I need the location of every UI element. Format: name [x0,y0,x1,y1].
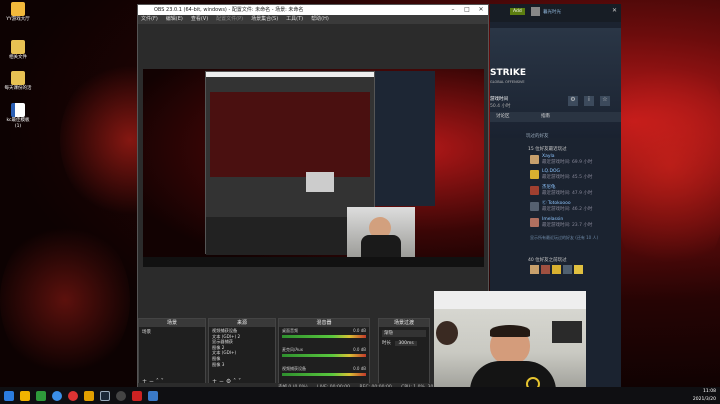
system-tray[interactable]: 11:08 2021/3/20 [693,387,716,404]
avatar[interactable] [530,265,539,274]
avatar [530,218,539,227]
browser-icon[interactable] [52,390,62,401]
avatar [530,170,539,179]
star-icon[interactable]: ☆ [600,96,610,106]
close-icon[interactable]: ✕ [474,5,488,15]
game-logo-sub: GLOBAL OFFENSIVE [490,80,525,84]
avatar [530,202,539,211]
folder-icon [11,71,25,85]
preview-webcam [347,207,415,259]
app-icon[interactable] [68,390,78,401]
minimize-icon[interactable]: – [446,5,460,15]
sources-dock: 来源 视频捕获设备 文本 (GDI+) 2 显示器捕获 图像 2 文本 (GDI… [208,318,276,388]
app-icon[interactable] [132,390,142,401]
tab-discussions[interactable]: 讨论区 [496,114,510,119]
app-icon[interactable] [148,390,158,401]
clock-time: 11:08 [703,389,716,394]
transitions-dock-title: 场景过渡 [379,319,429,327]
avatar [530,186,539,195]
obs-title-text: OBS 23.0.1 (64-bit, windows) - 配置文件: 未命名… [154,7,304,13]
friend-item[interactable]: 杰尼龟 最近游戏时间: 47.9 小时 [530,185,592,197]
menu-profile[interactable]: 配置文件(P) [216,15,243,24]
avatar[interactable] [541,265,550,274]
webcam-ceiling [434,291,586,309]
obs-preview[interactable] [143,69,484,267]
friends-section-title: 玩过的好友 [526,134,549,139]
menu-edit[interactable]: 编辑(E) [166,15,183,24]
folder-icon [11,40,25,54]
avatar[interactable] [563,265,572,274]
word-document-icon [11,103,25,117]
menu-file[interactable]: 文件(F) [141,15,158,24]
wallpaper-swirl [0,220,130,380]
avatar[interactable] [531,7,540,16]
menu-help[interactable]: 帮助(H) [311,15,329,24]
points-button[interactable]: Add [510,8,525,15]
scenes-dock-title: 场景 [139,319,205,327]
windows-start-icon[interactable] [4,390,14,401]
webcam-person-bg [436,321,458,345]
play-time-label: 游戏时间 [490,97,508,102]
more-friends-link[interactable]: 显示所有最近玩过的好友 (还有 10 人) [530,235,598,241]
mixer-channel: 视频捕获设备 0.0 dB [279,365,369,378]
webcam-monitor [552,321,582,343]
gear-icon[interactable]: ⚙ [568,96,578,106]
sources-dock-title: 来源 [209,319,275,327]
menu-view[interactable]: 查看(V) [191,15,208,24]
avatar[interactable] [552,265,561,274]
friend-item[interactable]: Xayla 最近游戏时间: 69.9 小时 [530,154,592,166]
mixer-dock: 混音器 桌面音频 0.0 dB 麦克风/Aux 0.0 dB 视频捕获设备 0.… [278,318,370,388]
desktop-icon-files[interactable]: 相关文件 [4,40,32,61]
steam-username[interactable]: 暮光时光 [543,9,561,15]
game-logo-text: STRIKE [490,68,527,78]
taskbar: 11:08 2021/3/20 [0,387,720,404]
volume-meter[interactable] [282,354,366,357]
mixer-channel: 麦克风/Aux 0.0 dB [279,346,369,359]
mixer-dock-title: 混音器 [279,319,369,327]
tab-guides[interactable]: 指南 [541,114,550,119]
previous-count: 40 位好友之前玩过 [528,258,567,263]
sources-list: 视频捕获设备 文本 (GDI+) 2 显示器捕获 图像 2 文本 (GDI+) … [209,327,275,368]
preview-steam-panel [375,71,435,206]
yy-game-icon [11,2,25,16]
mixer-channel: 桌面音频 0.0 dB [279,327,369,340]
friend-item[interactable]: Ⓒ Totokoooo 最近游戏时间: 46.2 小时 [530,201,592,213]
duration-label: 时长 [382,341,391,346]
obs-titlebar[interactable]: OBS 23.0.1 (64-bit, windows) - 配置文件: 未命名… [138,5,488,15]
app-icon[interactable] [84,390,94,401]
duration-input[interactable]: 300ms [395,341,417,346]
volume-meter[interactable] [282,373,366,376]
maximize-icon[interactable]: □ [460,5,474,15]
friend-item[interactable]: LQ.DOG 最近游戏时间: 45.5 小时 [530,169,592,181]
transitions-dock: 场景过渡 渐隐 时长 300ms [378,318,430,388]
wallpaper-swirl [610,40,720,290]
app-icon[interactable] [36,390,46,401]
play-time-hours: 50.4 小时 [490,104,511,109]
menu-scene-collection[interactable]: 场景集合(S) [251,15,278,24]
scenes-dock: 场景 场景 + − ˄ ˅ [138,318,206,388]
close-icon[interactable]: ✕ [612,7,617,14]
menu-tools[interactable]: 工具(T) [286,15,303,24]
app-icon[interactable] [20,390,30,401]
steam-topbar: Add 暮光时光 ✕ [490,4,621,22]
info-icon[interactable]: i [584,96,594,106]
source-item[interactable]: 图像 3 [212,362,272,368]
friend-item[interactable]: Imelassin 最近游戏时间: 23.7 小时 [530,217,592,229]
transition-select[interactable]: 渐隐 [382,330,426,337]
scene-item[interactable]: 场景 [139,327,205,337]
avatar[interactable] [574,265,583,274]
desktop-icon-template[interactable]: kc最佳模板(1) [4,103,32,130]
desktop-icon-yy[interactable]: YY游戏大厅 [4,2,32,23]
steam-icon[interactable] [100,390,110,401]
clock-date: 2021/3/20 [692,397,716,402]
friend-avatars-row [530,265,590,276]
obs-menubar: 文件(F) 编辑(E) 查看(V) 配置文件(P) 场景集合(S) 工具(T) … [138,15,488,24]
volume-meter[interactable] [282,335,366,338]
avatar [530,155,539,164]
webcam-hair [490,325,530,337]
desktop-icon-daily[interactable]: 每天课份的活 [4,71,32,92]
recent-count: 15 位好友最近玩过 [528,147,567,152]
obs-icon[interactable] [116,390,126,401]
steam-tabs: 讨论区 指南 [490,112,621,122]
